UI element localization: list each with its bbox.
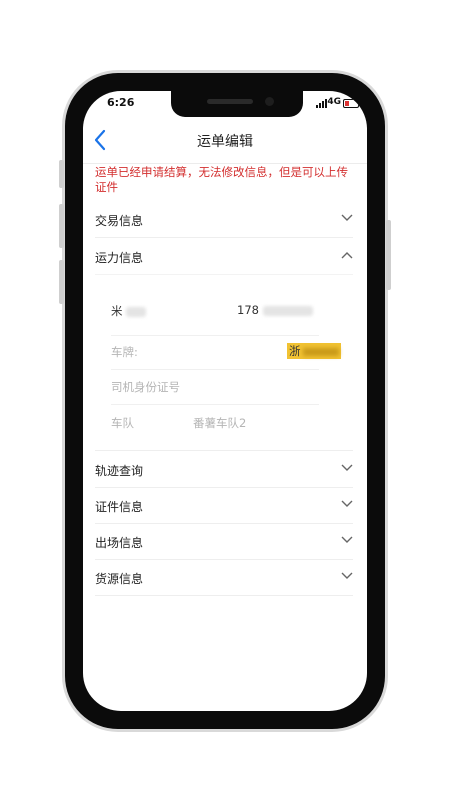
chevron-down-icon (341, 500, 353, 507)
redacted-mask (302, 347, 339, 356)
driver-phone-field[interactable]: 178 (237, 303, 319, 317)
redacted-mask (126, 306, 147, 317)
section-label: 证件信息 (95, 500, 144, 514)
driver-id-field[interactable]: 司机身份证号 (111, 379, 319, 395)
redacted-mask (262, 305, 313, 316)
section-capacity-info[interactable]: 运力信息 (95, 238, 353, 275)
section-label: 交易信息 (95, 214, 144, 228)
signal-icon (316, 99, 327, 108)
page-title: 运单编辑 (197, 134, 253, 150)
notch (171, 91, 303, 117)
phone-frame: 6:26 4G 运单编辑 运单已经申请结算，无法修改信息，但是可以上传证件 交易… (59, 70, 391, 732)
driver-name: 米 (111, 304, 123, 318)
volume-up-button (59, 204, 64, 248)
camera (265, 97, 274, 106)
section-document-info[interactable]: 证件信息 (95, 487, 353, 524)
section-label: 货源信息 (95, 572, 144, 586)
status-time: 6:26 (107, 96, 135, 109)
power-button (386, 220, 391, 290)
chevron-down-icon (341, 214, 353, 221)
section-exit-info[interactable]: 出场信息 (95, 523, 353, 560)
driver-phone: 178 (237, 303, 259, 317)
section-trade-info[interactable]: 交易信息 (95, 201, 353, 238)
plate-field[interactable]: 浙 (287, 343, 341, 359)
chevron-up-icon (341, 252, 353, 259)
screen: 6:26 4G 运单编辑 运单已经申请结算，无法修改信息，但是可以上传证件 交易… (83, 91, 367, 711)
chevron-down-icon (341, 536, 353, 543)
divider (111, 335, 319, 336)
nav-bar: 运单编辑 (83, 119, 367, 164)
divider (111, 404, 319, 405)
section-label: 运力信息 (95, 251, 144, 265)
phone-bezel: 6:26 4G 运单编辑 运单已经申请结算，无法修改信息，但是可以上传证件 交易… (65, 73, 385, 729)
section-label: 出场信息 (95, 536, 144, 550)
chevron-down-icon (341, 572, 353, 579)
chevron-down-icon (341, 464, 353, 471)
fleet-value[interactable]: 番薯车队2 (193, 415, 319, 431)
settlement-notice: 运单已经申请结算，无法修改信息，但是可以上传证件 (95, 165, 348, 194)
section-label: 轨迹查询 (95, 464, 144, 478)
plate-value: 浙 (289, 344, 301, 358)
battery-icon (343, 99, 361, 108)
section-cargo-info[interactable]: 货源信息 (95, 559, 353, 596)
volume-down-button (59, 260, 64, 304)
section-track-query[interactable]: 轨迹查询 (95, 450, 353, 488)
speaker (207, 99, 253, 104)
network-type: 4G (327, 97, 341, 107)
divider (111, 369, 319, 370)
mute-switch (59, 160, 64, 188)
